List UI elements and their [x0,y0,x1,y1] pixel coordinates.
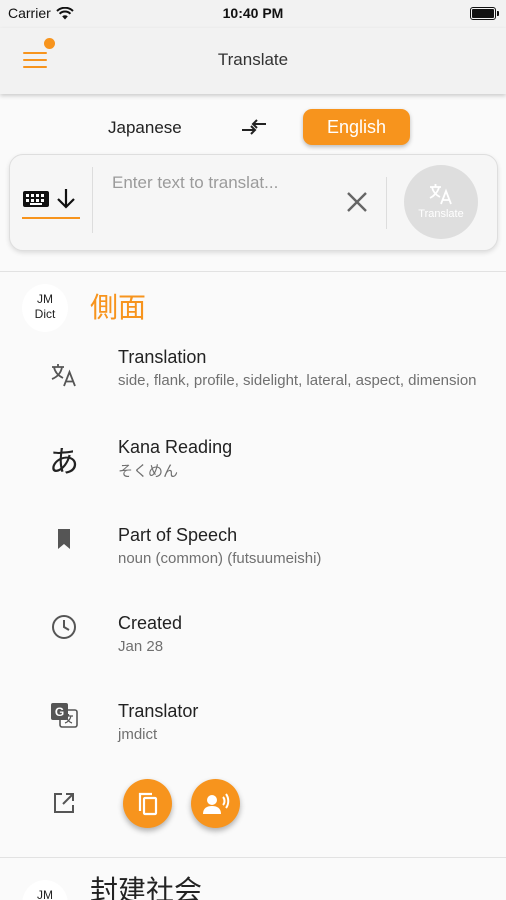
clock-time: 10:40 PM [222,5,284,21]
field-label: Kana Reading [118,437,233,457]
language-selector: Japanese English [0,108,506,146]
arrow-down-icon [57,189,75,209]
field-value: noun (common) (futsuumeishi) [118,550,322,567]
headword: 側面 [90,291,147,324]
source-badge-label: JM [37,888,53,900]
notification-dot [44,38,55,49]
keyboard-underline [22,217,80,219]
hiragana-icon: あ [49,445,79,480]
translate-icon [429,184,452,205]
app-bar: Translate [0,28,506,94]
translation-input-card: Enter text to translat... Translate [9,154,498,251]
swap-languages-icon[interactable] [240,116,268,138]
field-label: Part of Speech [118,525,238,545]
translate-button-label: Translate [418,208,464,220]
clear-icon[interactable] [344,189,370,215]
field-label: Translation [118,347,207,367]
speak-button[interactable] [191,779,240,828]
divider [92,167,93,233]
translate-icon [46,357,82,393]
field-label: Translator [118,701,199,721]
field-value: jmdict [118,726,158,743]
copy-button[interactable] [123,779,172,828]
text-input[interactable]: Enter text to translat... [112,173,332,193]
source-language-button[interactable]: Japanese [108,118,182,138]
divider [386,177,387,229]
field-label: Created [118,613,183,633]
dictionary-source-badge: JM Dict [22,284,68,332]
google-translate-icon: G [46,697,82,733]
bookmark-icon [46,521,82,557]
source-badge-label: JM Dict [34,292,56,321]
speak-icon [202,792,229,814]
status-bar: Carrier 10:40 PM [0,0,506,28]
dictionary-source-badge: JM [22,880,68,900]
field-value: side, flank, profile, sidelight, lateral… [118,372,477,389]
open-external-icon[interactable] [52,791,76,815]
svg-text:G: G [55,705,64,719]
headword: 封建社会 [90,874,203,900]
translate-button[interactable]: Translate [404,165,478,239]
page-title: Translate [217,50,289,69]
battery-icon [470,7,499,20]
field-value: Jan 28 [118,638,164,655]
target-language-button[interactable]: English [303,109,410,145]
clock-icon [46,609,82,645]
section-divider [0,857,506,858]
field-value: そくめん [118,462,179,480]
copy-icon [138,792,157,815]
keyboard-toggle-button[interactable] [22,183,82,219]
keyboard-icon [23,191,49,207]
section-divider [0,271,506,272]
